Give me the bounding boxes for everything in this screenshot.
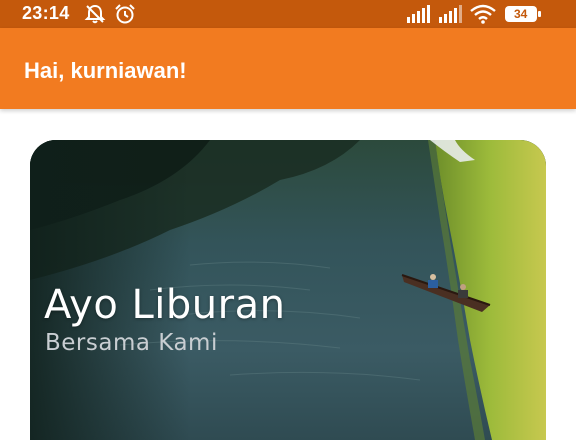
hero-subtitle: Bersama Kami — [45, 330, 218, 356]
status-time: 23:14 — [22, 3, 70, 23]
signal-icon — [439, 5, 462, 23]
greeting-title: Hai, kurniawan! — [24, 58, 187, 83]
wifi-icon — [470, 4, 496, 24]
status-bar: 23:14 34 — [0, 0, 576, 28]
muted-bell-icon — [84, 4, 106, 24]
app-bar: Hai, kurniawan! — [0, 28, 576, 109]
signal-icon — [407, 5, 430, 23]
alarm-icon — [115, 4, 135, 24]
hero-banner[interactable]: Ayo Liburan Bersama Kami — [30, 140, 546, 440]
hero-title: Ayo Liburan — [44, 282, 286, 328]
status-right-icons: 34 — [406, 4, 546, 26]
battery-level: 34 — [514, 7, 528, 21]
